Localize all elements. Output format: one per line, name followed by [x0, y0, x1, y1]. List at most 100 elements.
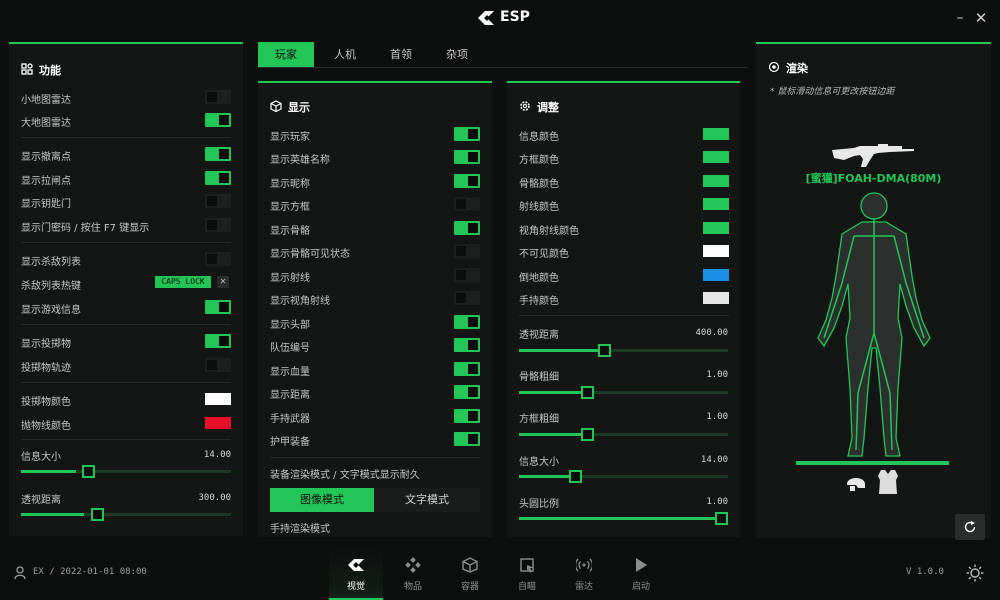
player-category-tabs: 玩家 人机 首领 杂项: [258, 42, 748, 68]
toggle-label: 显示昵称: [270, 179, 310, 190]
tab-bots[interactable]: 人机: [320, 42, 370, 67]
armor-toggle[interactable]: [454, 432, 480, 446]
show-head-toggle[interactable]: [454, 315, 480, 329]
display-panel: 显示 显示玩家 显示英雄名称 显示昵称 显示方框 显示骨骼 显示骨骼可见状态 显…: [258, 81, 492, 537]
box-icon: [462, 557, 478, 573]
held-color-swatch[interactable]: [703, 292, 729, 304]
head-circle-scale-slider[interactable]: [519, 512, 728, 525]
toggle-row: 显示视角射线: [270, 290, 480, 307]
show-players-toggle[interactable]: [454, 127, 480, 141]
door-code-toggle[interactable]: [205, 218, 231, 232]
skeleton-visibility-toggle[interactable]: [454, 244, 480, 258]
toggle-row: 显示距离: [270, 384, 480, 401]
tab-misc[interactable]: 杂项: [432, 42, 482, 67]
key-doors-toggle[interactable]: [205, 194, 231, 208]
box-color-swatch[interactable]: [703, 151, 729, 163]
toggle-row-throwable-path: 投掷物轨迹: [21, 357, 231, 374]
slider-handle[interactable]: [715, 512, 728, 525]
show-hero-name-toggle[interactable]: [454, 150, 480, 164]
info-size-adjust-slider[interactable]: [519, 470, 728, 483]
reset-view-button[interactable]: [955, 514, 985, 540]
toggle-label: 投掷物轨迹: [21, 363, 71, 374]
toggle-label: 队伍编号: [270, 343, 310, 354]
kill-list-toggle[interactable]: [205, 252, 231, 266]
theme-toggle-icon[interactable]: [966, 564, 984, 582]
slider-handle[interactable]: [598, 344, 611, 357]
clear-hotkey-button[interactable]: ✕: [217, 276, 229, 288]
tab-players[interactable]: 玩家: [258, 42, 314, 67]
toggle-label: 大地图雷达: [21, 118, 71, 129]
version-label: V 1.0.0: [906, 567, 944, 577]
kill-list-hotkey-field[interactable]: CAPS LOCK: [155, 276, 211, 288]
show-box-toggle[interactable]: [454, 197, 480, 211]
throwable-path-toggle[interactable]: [205, 358, 231, 372]
view-ray-color-swatch[interactable]: [703, 222, 729, 234]
invisible-color-swatch[interactable]: [703, 245, 729, 257]
toggle-row-game-info: 显示游戏信息: [21, 299, 231, 316]
close-button[interactable]: ✕: [971, 8, 991, 28]
divider: [21, 137, 231, 138]
minimize-button[interactable]: –: [950, 8, 970, 28]
toggle-label: 显示射线: [270, 273, 310, 284]
minimap-radar-toggle[interactable]: [205, 90, 231, 104]
text-mode-button[interactable]: 文字模式: [374, 488, 480, 512]
esp-distance-slider[interactable]: [519, 344, 728, 357]
skeleton-color-swatch[interactable]: [703, 175, 729, 187]
app-title: ESP: [500, 9, 530, 25]
team-number-toggle[interactable]: [454, 338, 480, 352]
held-weapon-toggle[interactable]: [454, 409, 480, 423]
skeleton-thickness-slider[interactable]: [519, 386, 728, 399]
box-thickness-slider[interactable]: [519, 428, 728, 441]
throwable-color-swatch[interactable]: [205, 393, 231, 405]
color-row: 视角射线颜色: [519, 220, 729, 237]
slider-handle[interactable]: [581, 428, 594, 441]
nav-visual[interactable]: 视觉: [329, 545, 383, 600]
toggle-label: 小地图雷达: [21, 95, 71, 106]
slider-label: 信息大小: [519, 457, 559, 468]
tab-bosses[interactable]: 首领: [376, 42, 426, 67]
show-health-toggle[interactable]: [454, 362, 480, 376]
slider-handle[interactable]: [581, 386, 594, 399]
toggle-row: 显示昵称: [270, 173, 480, 190]
info-color-swatch[interactable]: [703, 128, 729, 140]
slider-handle[interactable]: [82, 465, 95, 478]
downed-color-swatch[interactable]: [703, 269, 729, 281]
image-mode-button[interactable]: 图像模式: [270, 488, 374, 512]
display-title: 显示: [288, 101, 310, 114]
toggle-row: 显示血量: [270, 361, 480, 378]
slider-handle[interactable]: [91, 508, 104, 521]
toggle-label: 显示骨骼可见状态: [270, 249, 350, 260]
ray-color-swatch[interactable]: [703, 198, 729, 210]
show-distance-toggle[interactable]: [454, 385, 480, 399]
nav-containers[interactable]: 容器: [443, 557, 497, 597]
nav-launch[interactable]: 启动: [614, 557, 668, 597]
color-row: 信息颜色: [519, 126, 729, 143]
slider-value: 300.00: [198, 493, 231, 503]
view-rays-toggle[interactable]: [454, 291, 480, 305]
toggle-row-door-code: 显示门密码 / 按住 F7 键显示: [21, 217, 231, 234]
nav-items[interactable]: 物品: [386, 557, 440, 597]
show-rays-toggle[interactable]: [454, 268, 480, 282]
color-label: 倒地颜色: [519, 273, 559, 284]
color-label: 射线颜色: [519, 202, 559, 213]
toggle-row-throwables: 显示投掷物: [21, 333, 231, 350]
bigmap-radar-toggle[interactable]: [205, 113, 231, 127]
info-size-slider[interactable]: [21, 465, 231, 478]
extract-points-toggle[interactable]: [205, 147, 231, 161]
parabola-color-swatch[interactable]: [205, 417, 231, 429]
divider: [21, 439, 231, 440]
switch-points-toggle[interactable]: [205, 171, 231, 185]
show-skeleton-toggle[interactable]: [454, 221, 480, 235]
nav-aim[interactable]: 自瞄: [500, 557, 554, 597]
nav-label: 视觉: [346, 582, 365, 592]
toggle-row-switch: 显示拉闸点: [21, 170, 231, 187]
throwables-toggle[interactable]: [205, 334, 231, 348]
slider-handle[interactable]: [569, 470, 582, 483]
show-nickname-toggle[interactable]: [454, 174, 480, 188]
nav-radar[interactable]: 雷达: [557, 557, 611, 597]
refresh-icon: [964, 521, 976, 533]
toggle-label: 显示骨骼: [270, 226, 310, 237]
render-hint: * 鼠标滑动信息可更改按钮边距: [770, 87, 895, 97]
game-info-toggle[interactable]: [205, 300, 231, 314]
view-distance-slider[interactable]: [21, 508, 231, 521]
